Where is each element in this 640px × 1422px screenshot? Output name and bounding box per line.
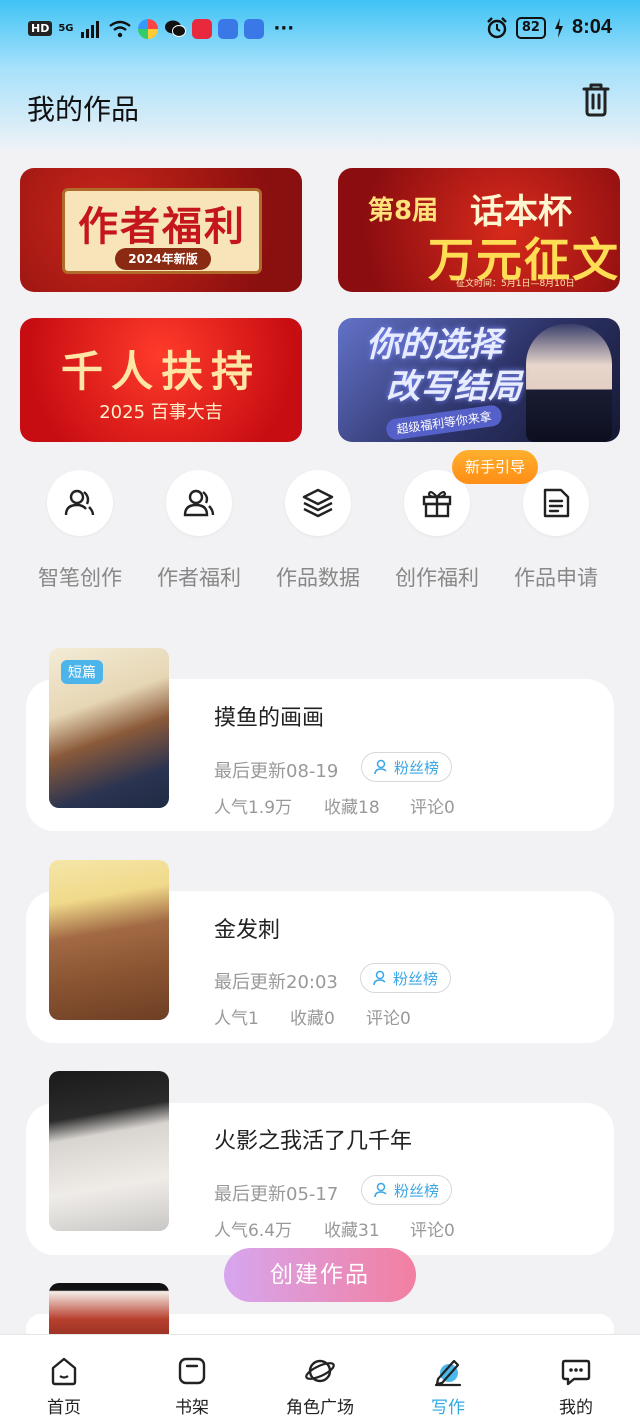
banner-author-welfare[interactable]: 作者福利 2024年新版 xyxy=(20,168,302,292)
home-icon xyxy=(51,1357,77,1386)
pen-icon xyxy=(434,1359,462,1387)
quick-entry-author-welfare[interactable]: 作者福利 xyxy=(144,470,254,592)
user-icon xyxy=(373,970,386,986)
nav-label: 书架 xyxy=(175,1398,209,1418)
banner-title: 作者福利 xyxy=(78,204,246,250)
signal-icon xyxy=(80,20,99,38)
banner-subtitle: 超级福利等你来拿 xyxy=(385,404,503,441)
quick-entry-smart-writing[interactable]: 智笔创作 xyxy=(25,470,135,592)
work-popularity: 人气1 xyxy=(214,1009,259,1029)
page-title: 我的作品 xyxy=(27,93,140,126)
fans-ranking-button[interactable]: 粉丝榜 xyxy=(361,1175,453,1205)
bottom-navigation: 首页 书架 角色广场 写作 我的 xyxy=(0,1334,640,1422)
fans-ranking-label: 粉丝榜 xyxy=(394,1181,440,1200)
banner-writing-contest[interactable]: 第8届 话本杯 万元征文 征文时间：5月1日—8月10日 xyxy=(338,168,620,292)
quick-entry-label: 作品申请 xyxy=(514,566,598,590)
work-last-update: 最后更新20:03 xyxy=(214,972,338,993)
users-icon xyxy=(183,489,215,517)
fans-ranking-label: 粉丝榜 xyxy=(394,758,440,777)
network-type: 5G xyxy=(58,22,74,34)
banner-support-program[interactable]: 千人扶持 2025 百事大吉 xyxy=(20,318,302,442)
work-last-update: 最后更新05-17 xyxy=(214,1184,339,1205)
quick-entry-circle xyxy=(47,470,113,536)
user-icon xyxy=(374,1182,387,1198)
work-last-update: 最后更新08-19 xyxy=(214,761,339,782)
banner-title-line2: 改写结局 xyxy=(386,367,522,407)
status-bar: HD 5G ··· 82 8:04 xyxy=(0,0,640,60)
guide-tag[interactable]: 新手引导 xyxy=(452,450,538,484)
nav-label: 角色广场 xyxy=(286,1398,354,1418)
work-favorites: 收藏0 xyxy=(290,1009,335,1029)
quick-entry-circle xyxy=(285,470,351,536)
quick-entry-circle xyxy=(523,470,589,536)
bookshelf-icon xyxy=(178,1357,206,1385)
banner-title: 千人扶持 xyxy=(60,347,261,396)
nav-bookshelf[interactable]: 书架 xyxy=(128,1335,256,1422)
user-pen-icon xyxy=(64,489,95,516)
document-icon xyxy=(543,488,570,518)
layers-icon xyxy=(302,488,334,518)
video-app-icon xyxy=(191,18,212,39)
banner-your-choice[interactable]: 你的选择 改写结局 超级福利等你来拿 xyxy=(338,318,620,442)
user-icon xyxy=(374,759,387,775)
app-notification-icon xyxy=(137,18,158,39)
work-popularity: 人气1.9万 xyxy=(214,798,293,818)
quick-entry-work-data[interactable]: 作品数据 xyxy=(263,470,373,592)
work-comments: 评论0 xyxy=(366,1009,411,1029)
nav-label: 首页 xyxy=(47,1398,81,1418)
clock: 8:04 xyxy=(571,16,612,38)
trash-icon[interactable] xyxy=(578,80,614,118)
work-cover[interactable] xyxy=(49,860,169,1020)
work-title[interactable]: 摸鱼的画画 xyxy=(214,700,324,732)
nav-write[interactable]: 写作 xyxy=(384,1335,512,1422)
short-story-tag: 短篇 xyxy=(61,660,103,684)
wifi-icon xyxy=(108,20,131,37)
banner-prefix: 第8届 xyxy=(368,196,439,226)
character-illustration xyxy=(526,324,612,442)
work-comments: 评论0 xyxy=(410,1221,455,1241)
quick-entry-circle xyxy=(166,470,232,536)
wechat-icon xyxy=(164,20,186,37)
work-favorites: 收藏18 xyxy=(324,798,380,818)
nav-label: 写作 xyxy=(431,1398,465,1418)
nav-label: 我的 xyxy=(559,1398,593,1418)
work-title[interactable]: 金发刺 xyxy=(214,912,280,944)
work-favorites: 收藏31 xyxy=(324,1221,380,1241)
nav-mine[interactable]: 我的 xyxy=(512,1335,640,1422)
browser-app-icon xyxy=(217,18,238,39)
planet-icon xyxy=(305,1359,335,1383)
quick-entry-work-application[interactable]: 作品申请 xyxy=(501,470,611,592)
fans-ranking-label: 粉丝榜 xyxy=(393,969,439,988)
create-work-button[interactable]: 创建作品 xyxy=(224,1248,416,1302)
banner-title: 你的选择 改写结局 xyxy=(366,324,522,408)
chat-bubble-icon xyxy=(561,1359,591,1386)
fans-ranking-button[interactable]: 粉丝榜 xyxy=(360,963,452,993)
browser-app-icon-2 xyxy=(243,18,264,39)
fans-ranking-button[interactable]: 粉丝榜 xyxy=(361,752,453,782)
banner-subtitle: 2024年新版 xyxy=(115,248,211,270)
alarm-icon xyxy=(487,16,507,38)
quick-entry-label: 智笔创作 xyxy=(38,566,122,590)
banner-subtitle: 2025 百事大吉 xyxy=(99,402,223,423)
work-comments: 评论0 xyxy=(410,798,455,818)
charging-icon xyxy=(554,17,563,38)
hd-badge: HD xyxy=(28,21,53,36)
work-title[interactable]: 火影之我活了几千年 xyxy=(214,1123,412,1155)
nav-character-plaza[interactable]: 角色广场 xyxy=(256,1335,384,1422)
gift-icon xyxy=(422,490,452,518)
more-notifications: ··· xyxy=(273,18,295,39)
work-cover[interactable] xyxy=(49,1071,169,1231)
work-popularity: 人气6.4万 xyxy=(214,1221,293,1241)
quick-entry-label: 作者福利 xyxy=(157,566,241,590)
nav-home[interactable]: 首页 xyxy=(0,1335,128,1422)
battery-level: 82 xyxy=(515,16,546,39)
banner-title-line1: 你的选择 xyxy=(366,325,502,365)
quick-entry-creation-welfare[interactable]: 创作福利 xyxy=(382,470,492,592)
quick-entry-label: 创作福利 xyxy=(395,566,479,590)
work-cover[interactable]: 短篇 xyxy=(49,648,169,808)
quick-entry-label: 作品数据 xyxy=(276,566,360,590)
banner-date: 征文时间：5月1日—8月10日 xyxy=(456,279,575,289)
